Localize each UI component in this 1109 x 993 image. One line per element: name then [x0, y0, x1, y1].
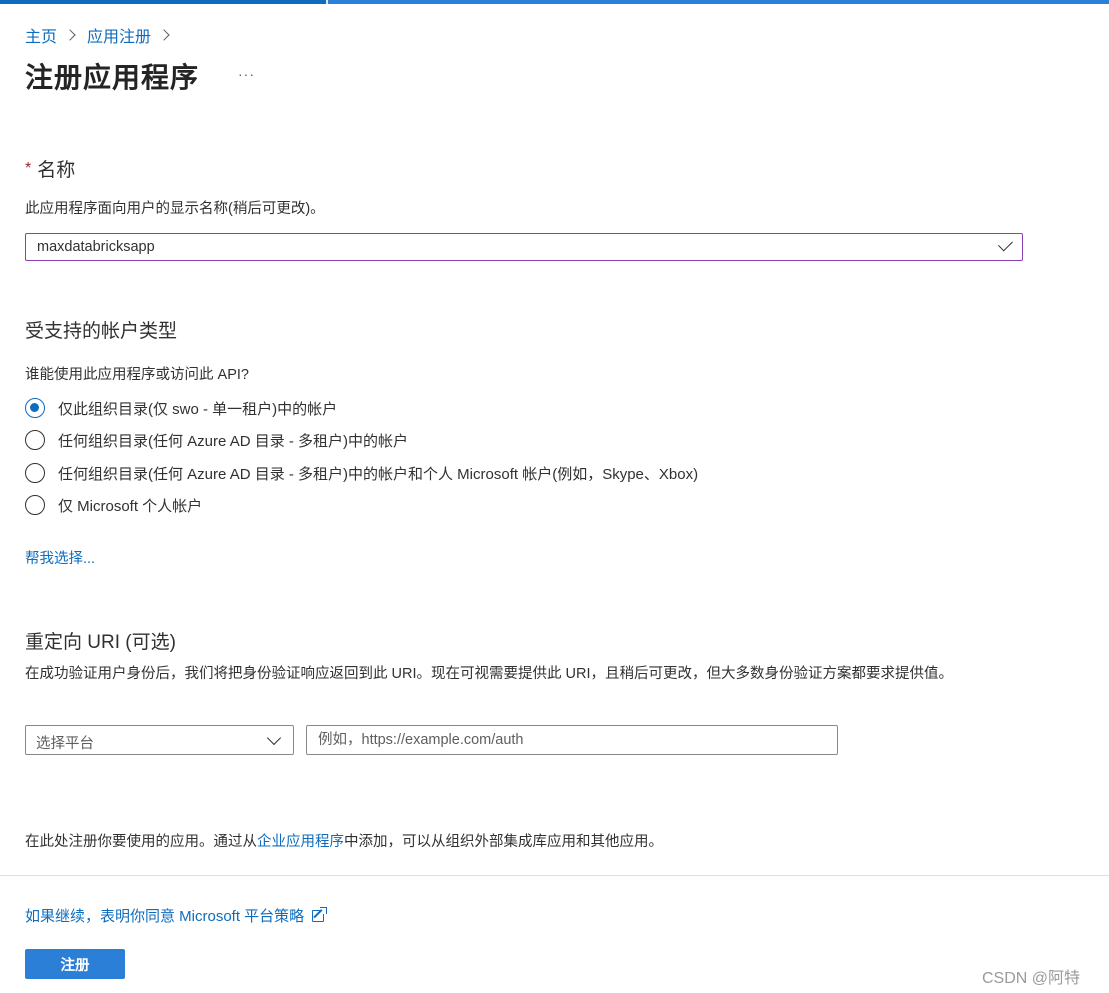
name-label: 名称: [37, 160, 76, 181]
platform-select[interactable]: 选择平台: [25, 725, 294, 755]
redirect-uri-description: 在成功验证用户身份后，我们将把身份验证响应返回到此 URI。现在可视需要提供此 …: [25, 666, 953, 682]
top-accent-bar-segment: [326, 0, 1109, 4]
external-link-icon: [312, 905, 329, 922]
platform-select-placeholder: 选择平台: [36, 736, 94, 752]
checkmark-icon: [998, 236, 1013, 252]
enterprise-applications-link[interactable]: 企业应用程序: [257, 834, 344, 850]
radio-button[interactable]: [25, 430, 45, 450]
name-input[interactable]: [37, 234, 977, 260]
redirect-uri-field[interactable]: [306, 725, 838, 755]
bottom-note-text-before: 在此处注册你要使用的应用。通过从: [25, 834, 257, 850]
account-type-option-label: 仅 Microsoft 个人帐户: [58, 497, 203, 515]
account-types-title: 受支持的帐户类型: [25, 321, 178, 342]
watermark-text: CSDN @阿特: [982, 970, 1081, 987]
redirect-uri-input[interactable]: [318, 726, 823, 754]
name-section-title: * 名称: [25, 155, 75, 182]
account-type-option-multi-tenant[interactable]: 任何组织目录(任何 Azure AD 目录 - 多租户)中的帐户: [25, 428, 408, 452]
more-options-icon[interactable]: ···: [238, 66, 255, 82]
breadcrumb: 主页 应用注册: [25, 24, 181, 46]
chevron-right-icon: [158, 29, 170, 41]
account-type-option-label: 任何组织目录(任何 Azure AD 目录 - 多租户)中的帐户和个人 Micr…: [58, 465, 699, 483]
bottom-note-text-after: 中添加，可以从组织外部集成库应用和其他应用。: [344, 834, 663, 850]
breadcrumb-app-registrations-link[interactable]: 应用注册: [87, 23, 151, 47]
platform-policy-link-label: 如果继续，表明你同意 Microsoft 平台策略: [25, 908, 305, 925]
name-field[interactable]: [25, 233, 1023, 261]
radio-button[interactable]: [25, 463, 45, 483]
breadcrumb-home-link[interactable]: 主页: [25, 23, 57, 47]
radio-button-selected[interactable]: [25, 398, 45, 418]
account-type-option-personal-only[interactable]: 仅 Microsoft 个人帐户: [25, 493, 202, 517]
chevron-down-icon: [266, 730, 282, 746]
account-type-option-multi-tenant-personal[interactable]: 任何组织目录(任何 Azure AD 目录 - 多租户)中的帐户和个人 Micr…: [25, 461, 698, 485]
radio-button[interactable]: [25, 495, 45, 515]
account-type-option-label: 仅此组织目录(仅 swo - 单一租户)中的帐户: [58, 400, 338, 418]
name-description: 此应用程序面向用户的显示名称(稍后可更改)。: [25, 201, 325, 217]
account-type-option-label: 任何组织目录(任何 Azure AD 目录 - 多租户)中的帐户: [58, 432, 409, 450]
top-accent-bar-notch: [326, 0, 328, 4]
bottom-note: 在此处注册你要使用的应用。通过从企业应用程序中添加，可以从组织外部集成库应用和其…: [25, 830, 663, 851]
external-link-arrow: [313, 908, 323, 918]
required-marker: *: [25, 160, 32, 177]
chevron-right-icon: [64, 29, 76, 41]
help-me-choose-link[interactable]: 帮我选择...: [25, 547, 95, 568]
top-accent-bar: [0, 0, 1109, 4]
platform-policy-link[interactable]: 如果继续，表明你同意 Microsoft 平台策略: [25, 905, 329, 926]
account-types-question: 谁能使用此应用程序或访问此 API?: [25, 367, 249, 383]
page-title: 注册应用程序: [25, 62, 200, 93]
account-type-option-single-tenant[interactable]: 仅此组织目录(仅 swo - 单一租户)中的帐户: [25, 396, 337, 420]
register-button[interactable]: 注册: [25, 949, 125, 979]
redirect-uri-title: 重定向 URI (可选): [25, 632, 176, 653]
footer-divider: [0, 875, 1109, 876]
